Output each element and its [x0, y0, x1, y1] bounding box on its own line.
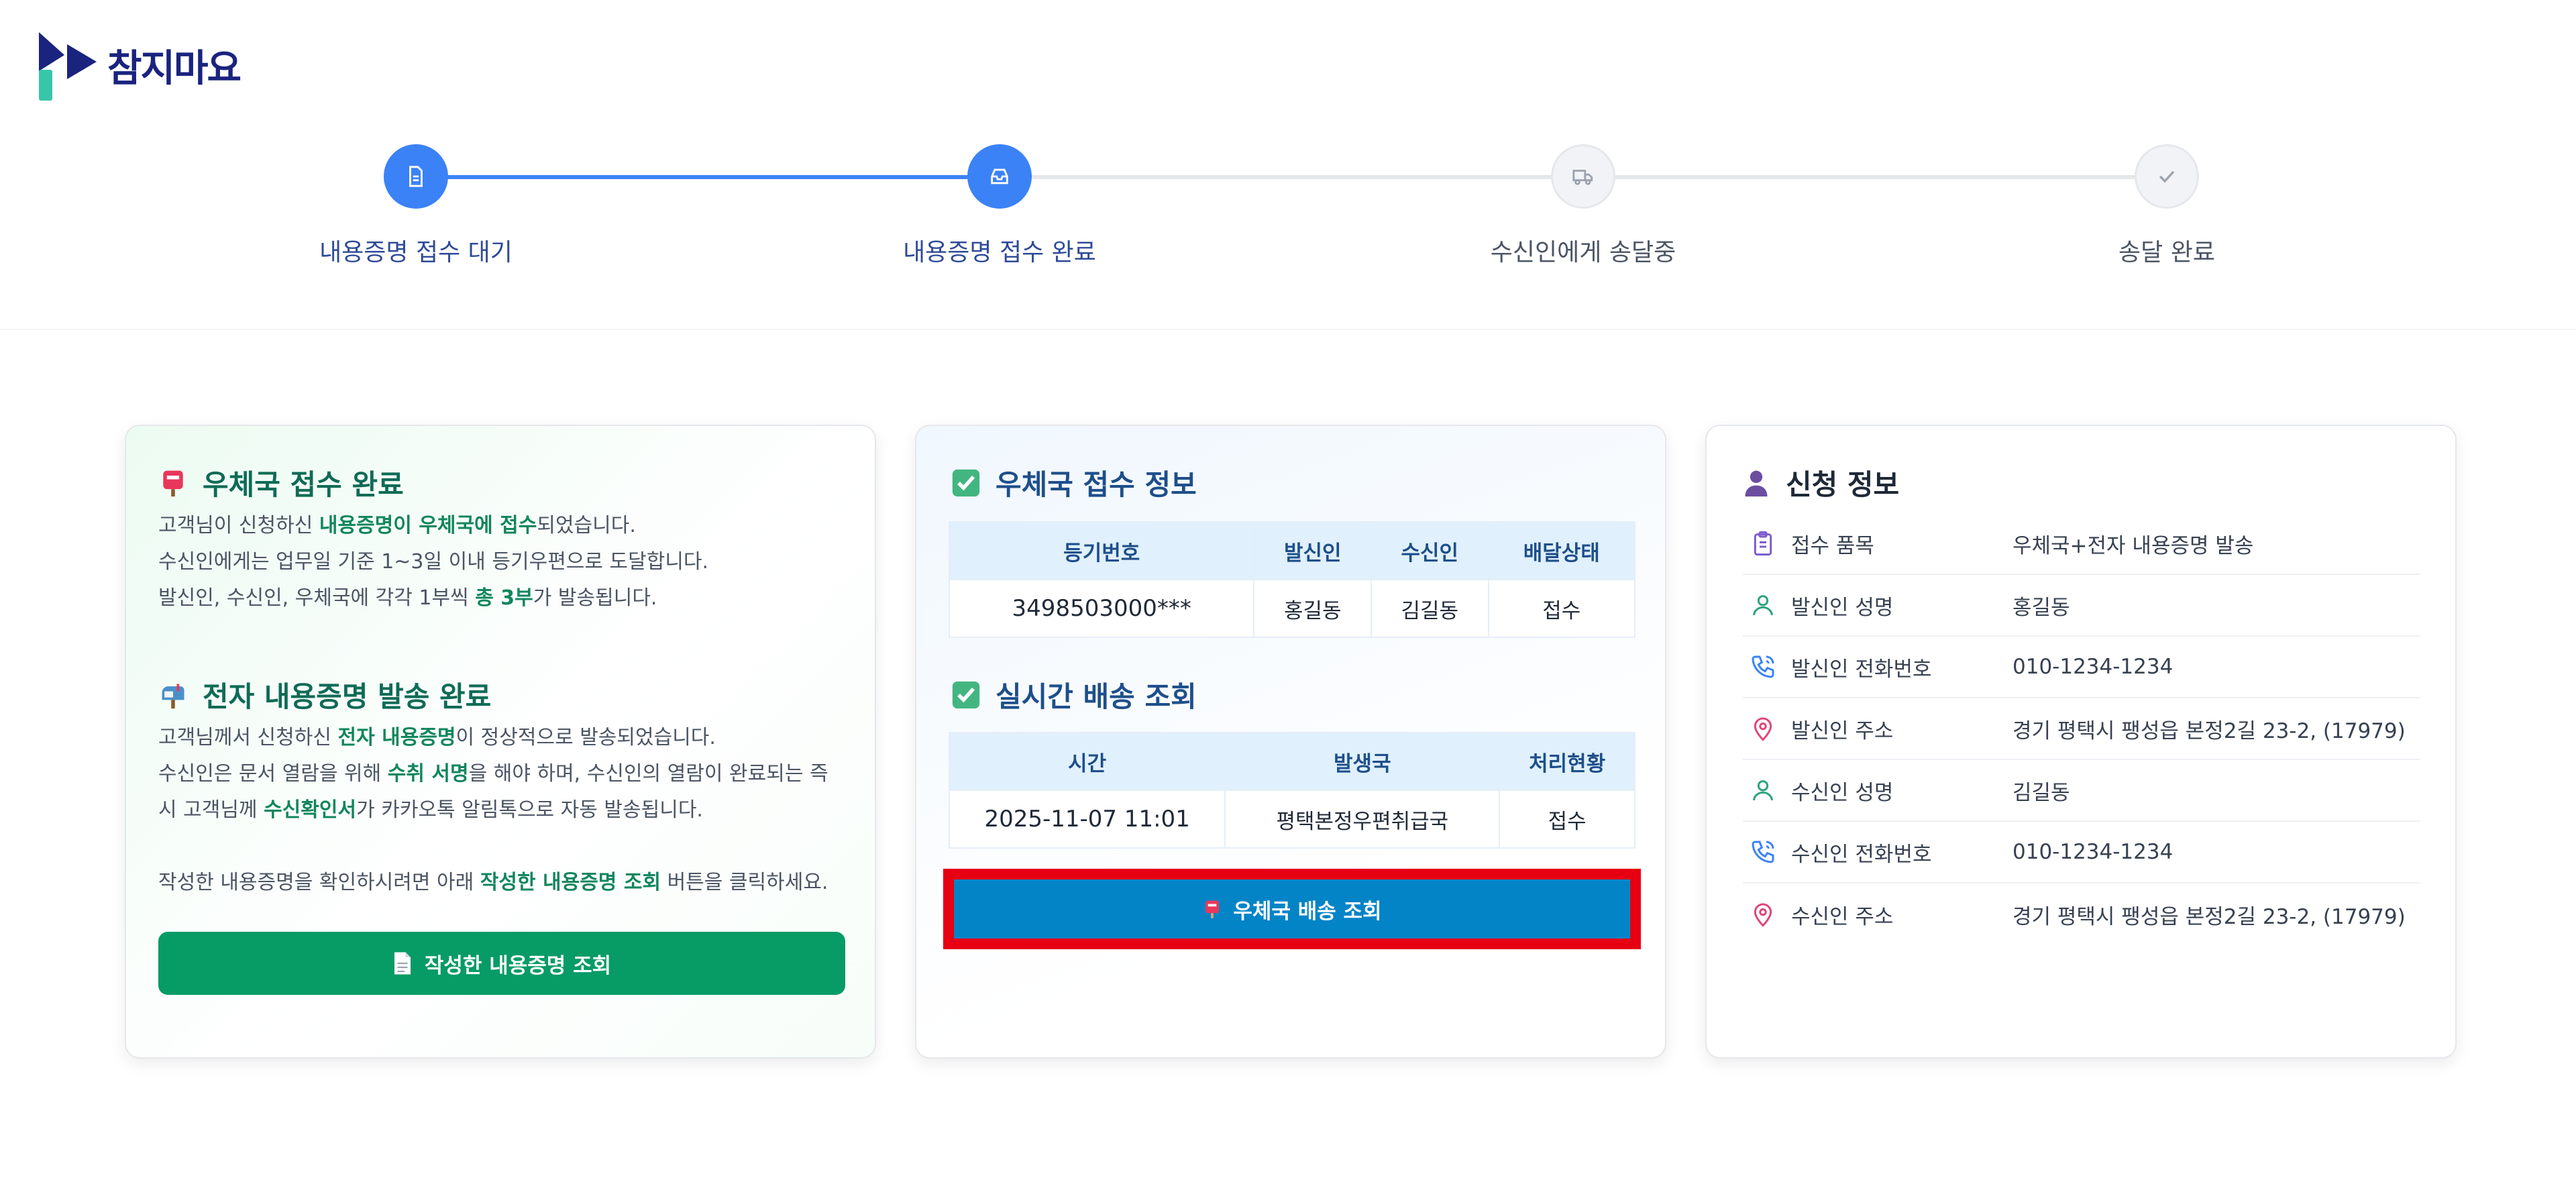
- view-written-letter-button[interactable]: 작성한 내용증명 조회: [158, 932, 845, 995]
- step-3-circle: [1551, 144, 1615, 209]
- clipboard-icon: [1754, 531, 1772, 556]
- table-header-row: 시간 발생국 처리현황: [948, 732, 1635, 791]
- step-4-circle: [2135, 144, 2199, 209]
- reception-table: 등기번호 발신인 수신인 배달상태 3498503000*** 홍길동 김길동 …: [948, 521, 1636, 638]
- text-line: 발신인, 수신인, 우체국에 각각 1부씩 총 3부가 발송됩니다.: [158, 586, 657, 610]
- table-cell: 홍길동: [1253, 579, 1372, 638]
- info-value: 010-1234-1234: [2012, 655, 2174, 679]
- info-row-recipient-address: 수신인 주소 경기 평택시 팽성읍 본정2길 23-2, (17979): [1743, 883, 2420, 945]
- info-label: 발신인 성명: [1791, 595, 1894, 620]
- step-2-label: 내용증명 접수 완료: [903, 239, 1096, 266]
- column-header: 처리현황: [1499, 732, 1635, 791]
- info-label: 수신인 성명: [1791, 780, 1894, 805]
- table-row: 3498503000*** 홍길동 김길동 접수: [948, 579, 1636, 638]
- map-pin-icon: [1754, 717, 1772, 741]
- table-cell: 접수: [1487, 579, 1636, 638]
- column-header: 발생국: [1224, 732, 1501, 791]
- info-label: 발신인 전화번호: [1791, 657, 1932, 682]
- info-value: 우체국+전자 내용증명 발송: [2012, 533, 2254, 558]
- text-line: 수신인에게는 업무일 기준 1~3일 이내 등기우편으로 도달합니다.: [158, 550, 709, 574]
- info-row-recipient-name: 수신인 성명 김길동: [1743, 760, 2420, 822]
- tracking-table: 시간 발생국 처리현황 2025-11-07 11:01 평택본정우편취급국 접…: [948, 732, 1635, 849]
- user-icon: [1753, 595, 1773, 616]
- info-row-sender-name: 발신인 성명 홍길동: [1743, 575, 2420, 637]
- reception-info-title: 우체국 접수 정보: [951, 462, 1197, 503]
- column-header: 등기번호: [948, 521, 1255, 580]
- inbox-icon: [991, 168, 1008, 184]
- document-icon: [394, 952, 411, 975]
- step-4-label: 송달 완료: [2118, 239, 2215, 266]
- brand-name: 참지마요: [107, 46, 241, 91]
- info-label: 수신인 주소: [1791, 904, 1894, 929]
- info-value: 홍길동: [2012, 595, 2070, 620]
- column-header: 발신인: [1253, 521, 1372, 580]
- step-4: 송달 완료: [1966, 144, 2368, 268]
- step-1: 내용증명 접수 대기: [215, 144, 617, 268]
- page: 참지마요 내용증명 접수 대기 내용증명 접수 완료 수신인에게 송달중 송달 …: [0, 0, 2576, 1180]
- application-info-card: 신청 정보 접수 품목 우체국+전자 내용증명 발송 발신인 성명 홍길동 발신…: [1705, 425, 2457, 1059]
- user-icon: [1753, 780, 1773, 801]
- table-cell: 2025-11-07 11:01: [948, 790, 1226, 849]
- logo-mark-icon: [39, 32, 97, 101]
- electronic-sent-text: 고객님께서 신청하신 전자 내용증명이 정상적으로 발송되었습니다. 수신인은 …: [158, 720, 828, 828]
- truck-icon: [1572, 170, 1593, 185]
- checkbox-icon: [952, 681, 980, 708]
- info-label: 수신인 전화번호: [1791, 842, 1932, 867]
- map-pin-icon: [1754, 903, 1772, 927]
- postbox-icon: [1205, 900, 1220, 918]
- progress-stepper: 내용증명 접수 대기 내용증명 접수 완료 수신인에게 송달중 송달 완료: [0, 144, 2576, 278]
- status-card: 우체국 접수 완료 고객님이 신청하신 내용증명이 우체국에 접수되었습니다. …: [125, 425, 876, 1059]
- table-cell: 평택본정우편취급국: [1224, 790, 1501, 849]
- check-icon: [2159, 170, 2175, 183]
- person-icon: [1745, 470, 1768, 496]
- post-office-received-title: 우체국 접수 완료: [158, 462, 404, 503]
- info-row-item: 접수 품목 우체국+전자 내용증명 발송: [1743, 513, 2420, 575]
- step-3: 수신인에게 송달중: [1382, 144, 1784, 268]
- document-icon: [409, 166, 423, 187]
- info-row-recipient-phone: 수신인 전화번호 010-1234-1234: [1743, 822, 2420, 883]
- info-label: 접수 품목: [1791, 533, 1874, 558]
- step-2-circle: [967, 144, 1032, 209]
- section-divider: [0, 329, 2576, 330]
- post-office-card: 우체국 접수 정보 등기번호 발신인 수신인 배달상태 3498503000**…: [915, 425, 1666, 1059]
- phone-icon: [1752, 841, 1774, 863]
- column-header: 수신인: [1371, 521, 1489, 580]
- table-cell: 3498503000***: [948, 579, 1255, 638]
- text-line: 수신인은 문서 열람을 위해 수취 서명을 해야 하며, 수신인의 열람이 완료…: [158, 762, 828, 786]
- phone-icon: [1752, 655, 1774, 678]
- table-cell: 접수: [1499, 790, 1635, 849]
- table-header-row: 등기번호 발신인 수신인 배달상태: [948, 521, 1636, 580]
- tracking-title: 실시간 배송 조회: [951, 674, 1197, 715]
- view-note: 작성한 내용증명을 확인하시려면 아래 작성한 내용증명 조회 버튼을 클릭하세…: [158, 871, 828, 894]
- info-row-sender-phone: 발신인 전화번호 010-1234-1234: [1743, 637, 2420, 698]
- checkbox-icon: [952, 469, 980, 496]
- application-info-title: 신청 정보: [1741, 462, 1899, 503]
- text-line: 고객님이 신청하신 내용증명이 우체국에 접수되었습니다.: [158, 514, 636, 537]
- electronic-sent-title: 전자 내용증명 발송 완료: [158, 674, 491, 715]
- table-cell: 김길동: [1371, 579, 1489, 638]
- text-line: 고객님께서 신청하신 전자 내용증명이 정상적으로 발송되었습니다.: [158, 726, 716, 749]
- brand-logo[interactable]: 참지마요: [35, 28, 241, 102]
- info-row-sender-address: 발신인 주소 경기 평택시 팽성읍 본정2길 23-2, (17979): [1743, 698, 2420, 760]
- step-3-label: 수신인에게 송달중: [1490, 239, 1676, 266]
- step-2: 내용증명 접수 완료: [798, 144, 1201, 268]
- post-office-received-text: 고객님이 신청하신 내용증명이 우체국에 접수되었습니다. 수신인에게는 업무일…: [158, 508, 708, 616]
- info-value: 경기 평택시 팽성읍 본정2길 23-2, (17979): [2012, 904, 2406, 929]
- mailbox-icon: [162, 684, 184, 708]
- info-value: 경기 평택시 팽성읍 본정2길 23-2, (17979): [2012, 718, 2406, 743]
- column-header: 배달상태: [1487, 521, 1636, 580]
- info-value: 김길동: [2012, 780, 2070, 805]
- text-line: 시 고객님께 수신확인서가 카카오톡 알림톡으로 자동 발송됩니다.: [158, 798, 703, 822]
- step-1-circle: [384, 144, 448, 209]
- step-1-label: 내용증명 접수 대기: [319, 239, 513, 266]
- table-row: 2025-11-07 11:01 평택본정우편취급국 접수: [948, 790, 1635, 849]
- post-office-tracking-button[interactable]: 우체국 배송 조회: [954, 879, 1630, 938]
- info-value: 010-1234-1234: [2012, 840, 2174, 864]
- info-label: 발신인 주소: [1791, 718, 1894, 743]
- postbox-icon: [163, 470, 183, 496]
- column-header: 시간: [948, 732, 1226, 791]
